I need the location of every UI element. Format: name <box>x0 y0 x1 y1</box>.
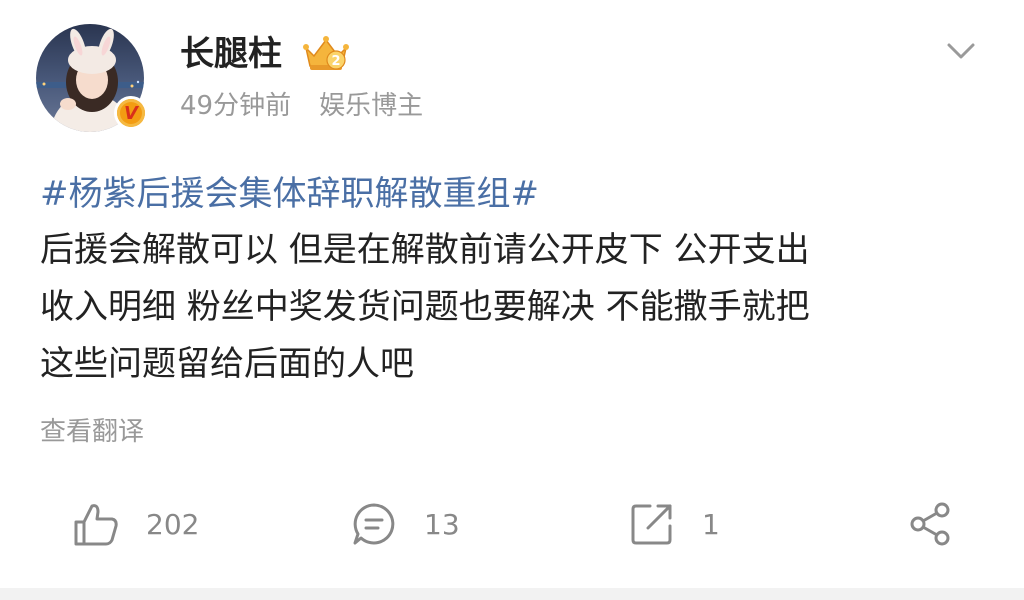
thumbs-up-icon <box>74 504 118 546</box>
post-line: 收入明细 粉丝中奖发货问题也要解决 不能撒手就把 <box>40 287 810 327</box>
repost-count: 1 <box>702 507 720 541</box>
bottom-divider <box>0 588 1024 600</box>
like-count: 202 <box>146 507 200 541</box>
like-button[interactable]: 202 <box>72 500 199 548</box>
level-number: 2 <box>331 54 340 69</box>
post-body: 后援会解散可以 但是在解散前请公开皮下 公开支出 收入明细 粉丝中奖发货问题也要… <box>40 222 990 393</box>
repost-icon <box>631 504 672 545</box>
post-meta: 49分钟前 娱乐博主 <box>180 88 423 124</box>
share-button[interactable] <box>906 500 954 548</box>
author-tag: 娱乐博主 <box>319 91 424 121</box>
post-line: 这些问题留给后面的人吧 <box>40 344 414 384</box>
topic-hashtag[interactable]: #杨紫后援会集体辞职解散重组# <box>40 168 539 220</box>
verified-mark: V <box>124 102 138 124</box>
chevron-down-icon[interactable] <box>944 36 978 66</box>
level-crown-icon[interactable]: 2 <box>300 34 352 74</box>
verified-v-icon: V <box>117 99 145 127</box>
repost-button[interactable]: 1 <box>628 500 720 548</box>
comment-icon <box>353 503 395 545</box>
post-time: 49分钟前 <box>180 91 292 121</box>
post-line: 后援会解散可以 但是在解散前请公开皮下 公开支出 <box>40 230 810 270</box>
verified-badge: V <box>114 96 148 130</box>
translate-link[interactable]: 查看翻译 <box>40 414 144 450</box>
comment-count: 13 <box>424 507 460 541</box>
comment-button[interactable]: 13 <box>350 500 460 548</box>
weibo-post-card: V 长腿柱 2 49分钟前 娱乐博主 #杨紫后援会集体辞职解散重组# 后援会解散可… <box>0 0 1024 600</box>
author-name[interactable]: 长腿柱 <box>180 32 282 76</box>
share-icon <box>910 502 950 546</box>
